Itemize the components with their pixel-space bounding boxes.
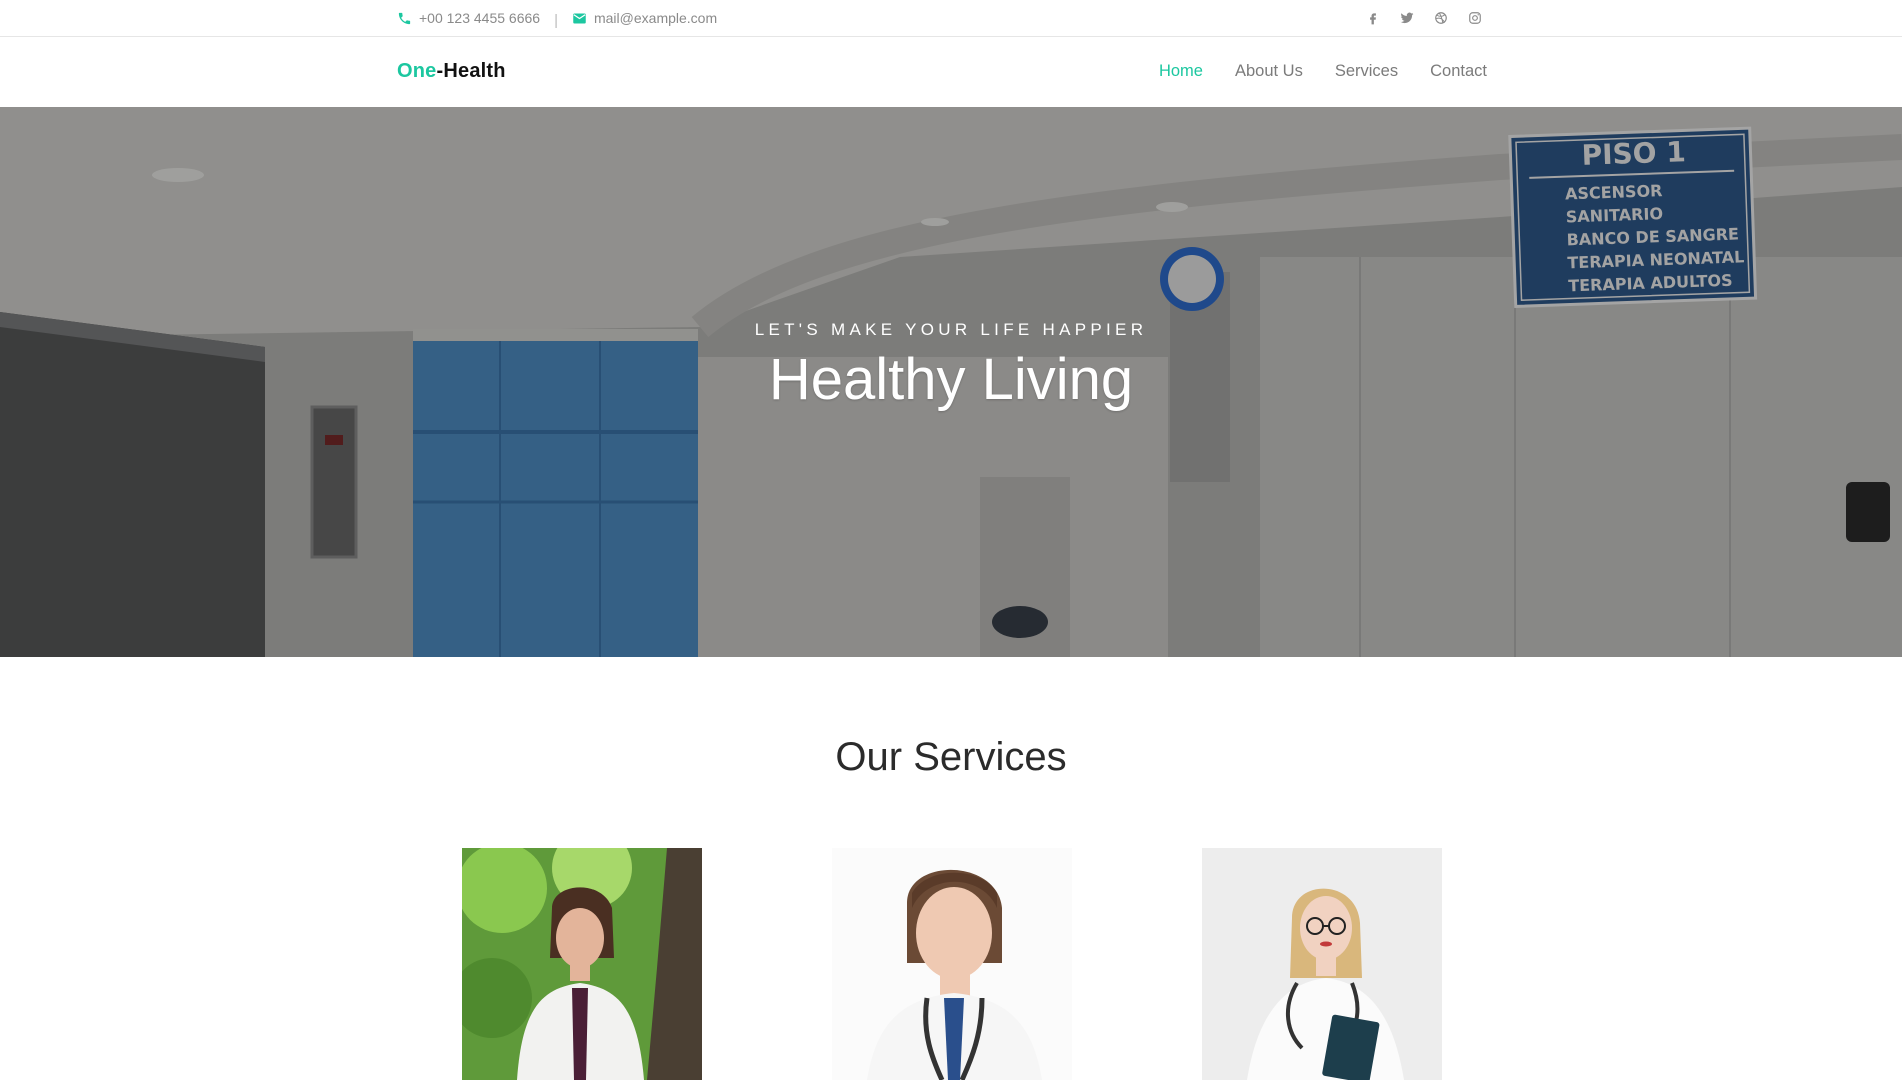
services-cards: [0, 848, 1902, 1080]
twitter-icon[interactable]: [1399, 11, 1414, 26]
hero-title: Healthy Living: [768, 347, 1134, 412]
facebook-icon[interactable]: [1365, 11, 1380, 26]
service-card-3[interactable]: [1202, 848, 1442, 1080]
nav-services[interactable]: Services: [1335, 62, 1398, 81]
phone-number: +00 123 4455 6666: [419, 10, 541, 26]
instagram-icon[interactable]: [1467, 11, 1482, 26]
email-contact[interactable]: mail@example.com: [572, 10, 717, 26]
main-menu: Home About Us Services Contact: [1159, 62, 1487, 81]
services-heading: Our Services: [835, 735, 1067, 779]
nav-home[interactable]: Home: [1159, 62, 1203, 81]
service-card-1[interactable]: [462, 848, 702, 1080]
nav-contact[interactable]: Contact: [1430, 62, 1487, 81]
hero-text: LET'S MAKE YOUR LIFE HAPPIER Healthy Liv…: [0, 320, 1902, 413]
service-card-2[interactable]: [832, 848, 1072, 1080]
main-navbar: One-Health Home About Us Services Contac…: [0, 37, 1902, 106]
site-logo[interactable]: One-Health: [397, 60, 506, 83]
doctor-photo-2: [832, 848, 1072, 1080]
top-contact-bar: +00 123 4455 6666 | mail@example.com: [0, 0, 1902, 37]
mail-icon: [572, 11, 587, 26]
doctor-photo-3: [1202, 848, 1442, 1080]
logo-accent-text: One: [397, 60, 437, 82]
logo-text: -Health: [436, 60, 506, 82]
contact-info: +00 123 4455 6666 | mail@example.com: [397, 10, 717, 29]
contact-separator: |: [554, 11, 558, 29]
email-address: mail@example.com: [593, 10, 718, 26]
phone-contact[interactable]: +00 123 4455 6666: [397, 10, 540, 26]
hero-banner: PISO 1 ASCENSOR SANITARIO BANCO DE SANGR…: [0, 107, 1902, 657]
nav-about-us[interactable]: About Us: [1235, 62, 1303, 81]
hero-kicker: LET'S MAKE YOUR LIFE HAPPIER: [754, 320, 1148, 339]
social-links: [1365, 11, 1482, 26]
phone-icon: [397, 11, 412, 26]
doctor-photo-1: [462, 848, 702, 1080]
dribbble-icon[interactable]: [1433, 11, 1448, 26]
